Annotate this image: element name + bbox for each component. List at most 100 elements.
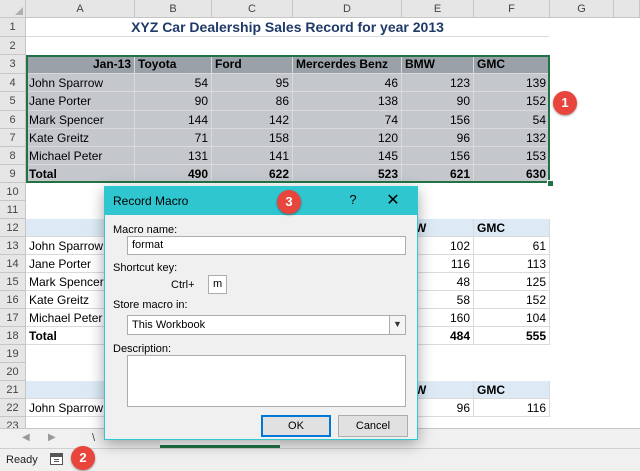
ok-button[interactable]: OK: [261, 415, 331, 437]
shortcut-key-input[interactable]: m: [208, 275, 227, 294]
jan-value-cell[interactable]: 54: [135, 74, 212, 92]
jan-value-cell[interactable]: 74: [293, 111, 402, 129]
row-header-3[interactable]: 3: [0, 55, 26, 74]
column-header-e[interactable]: E: [402, 0, 474, 18]
column-header-c[interactable]: C: [212, 0, 293, 18]
jan-brand-toyota[interactable]: Toyota: [135, 55, 212, 74]
jan-value-cell[interactable]: 141: [212, 147, 293, 165]
column-header-b[interactable]: B: [135, 0, 212, 18]
scroll-right-icon[interactable]: ▶: [48, 432, 56, 443]
row-header-4[interactable]: 4: [0, 74, 26, 92]
column-header-d[interactable]: D: [293, 0, 402, 18]
row-header-23[interactable]: 23: [0, 417, 26, 428]
jan-total-cell[interactable]: 523: [293, 165, 402, 183]
description-textarea[interactable]: [127, 355, 406, 407]
row-header-6[interactable]: 6: [0, 111, 26, 129]
row-header-7[interactable]: 7: [0, 129, 26, 147]
row-header-18[interactable]: 18: [0, 327, 26, 345]
jan-value-cell[interactable]: 153: [474, 147, 550, 165]
jan-brand-bmw[interactable]: BMW: [402, 55, 474, 74]
jan-value-cell[interactable]: 46: [293, 74, 402, 92]
jan-value-cell[interactable]: 158: [212, 129, 293, 147]
feb-value-cell[interactable]: 113: [474, 255, 550, 273]
row-header-20[interactable]: 20: [0, 363, 26, 381]
jan-value-cell[interactable]: 71: [135, 129, 212, 147]
mar-brand-gmc[interactable]: GMC: [474, 381, 550, 399]
row-header-17[interactable]: 17: [0, 309, 26, 327]
row-header-16[interactable]: 16: [0, 291, 26, 309]
row-header-10[interactable]: 10: [0, 183, 26, 201]
jan-value-cell[interactable]: 54: [474, 111, 550, 129]
jan-value-cell[interactable]: 123: [402, 74, 474, 92]
jan-total-cell[interactable]: 490: [135, 165, 212, 183]
jan-total-cell[interactable]: 622: [212, 165, 293, 183]
sheet-tab-partial[interactable]: \: [92, 432, 95, 444]
store-macro-select[interactable]: This Workbook ▼: [127, 315, 406, 335]
scroll-left-icon[interactable]: ◀: [22, 432, 30, 443]
jan-value-cell[interactable]: 90: [135, 92, 212, 111]
jan-value-cell[interactable]: 120: [293, 129, 402, 147]
select-all-corner[interactable]: [0, 0, 26, 18]
chevron-down-icon[interactable]: ▼: [389, 316, 405, 334]
row-header-8[interactable]: 8: [0, 147, 26, 165]
feb-value-cell[interactable]: 125: [474, 273, 550, 291]
jan-month-cell[interactable]: Jan-13: [26, 55, 135, 74]
cancel-button[interactable]: Cancel: [338, 415, 408, 437]
jan-value-cell[interactable]: 95: [212, 74, 293, 92]
jan-value-cell[interactable]: 96: [402, 129, 474, 147]
row-header-22[interactable]: 22: [0, 399, 26, 417]
column-header-f[interactable]: F: [474, 0, 550, 18]
row-header-14[interactable]: 14: [0, 255, 26, 273]
column-header-h[interactable]: [614, 0, 640, 18]
jan-total-label[interactable]: Total: [26, 165, 135, 183]
feb-value-cell[interactable]: 61: [474, 237, 550, 255]
fill-handle[interactable]: [547, 180, 554, 187]
jan-name-cell[interactable]: Kate Greitz: [26, 129, 135, 147]
jan-value-cell[interactable]: 156: [402, 111, 474, 129]
feb-total-cell[interactable]: 555: [474, 327, 550, 345]
jan-value-cell[interactable]: 156: [402, 147, 474, 165]
jan-value-cell[interactable]: 152: [474, 92, 550, 111]
jan-total-cell[interactable]: 630: [474, 165, 550, 183]
store-macro-label: Store macro in:: [113, 299, 188, 311]
jan-name-cell[interactable]: Mark Spencer: [26, 111, 135, 129]
row-header-15[interactable]: 15: [0, 273, 26, 291]
jan-brand-ford[interactable]: Ford: [212, 55, 293, 74]
feb-value-cell[interactable]: 152: [474, 291, 550, 309]
row-header-21[interactable]: 21: [0, 381, 26, 399]
help-icon[interactable]: ?: [345, 192, 361, 207]
jan-value-cell[interactable]: 86: [212, 92, 293, 111]
row-header-11[interactable]: 11: [0, 201, 26, 219]
dialog-titlebar[interactable]: Record Macro ? ✕: [105, 187, 417, 215]
sheet-title[interactable]: XYZ Car Dealership Sales Record for year…: [26, 18, 549, 37]
row-header-19[interactable]: 19: [0, 345, 26, 363]
row-header-1[interactable]: 1: [0, 18, 26, 37]
jan-value-cell[interactable]: 145: [293, 147, 402, 165]
record-macro-icon[interactable]: [50, 453, 63, 465]
jan-name-cell[interactable]: John Sparrow: [26, 74, 135, 92]
jan-value-cell[interactable]: 138: [293, 92, 402, 111]
mar-value-cell[interactable]: 116: [474, 399, 550, 417]
jan-value-cell[interactable]: 131: [135, 147, 212, 165]
jan-name-cell[interactable]: Jane Porter: [26, 92, 135, 111]
close-icon[interactable]: ✕: [383, 190, 403, 210]
jan-brand-gmc[interactable]: GMC: [474, 55, 550, 74]
jan-value-cell[interactable]: 142: [212, 111, 293, 129]
row-header-13[interactable]: 13: [0, 237, 26, 255]
row-header-9[interactable]: 9: [0, 165, 26, 183]
row-header-12[interactable]: 12: [0, 219, 26, 237]
macro-name-input[interactable]: format: [127, 236, 406, 255]
jan-brand-mercedes[interactable]: Mercerdes Benz: [293, 55, 402, 74]
jan-value-cell[interactable]: 144: [135, 111, 212, 129]
column-header-a[interactable]: A: [26, 0, 135, 18]
jan-value-cell[interactable]: 132: [474, 129, 550, 147]
row-header-2[interactable]: 2: [0, 37, 26, 55]
jan-value-cell[interactable]: 90: [402, 92, 474, 111]
jan-name-cell[interactable]: Michael Peter: [26, 147, 135, 165]
feb-value-cell[interactable]: 104: [474, 309, 550, 327]
feb-brand-gmc[interactable]: GMC: [474, 219, 550, 237]
column-header-g[interactable]: G: [550, 0, 614, 18]
jan-total-cell[interactable]: 621: [402, 165, 474, 183]
jan-value-cell[interactable]: 139: [474, 74, 550, 92]
row-header-5[interactable]: 5: [0, 92, 26, 111]
